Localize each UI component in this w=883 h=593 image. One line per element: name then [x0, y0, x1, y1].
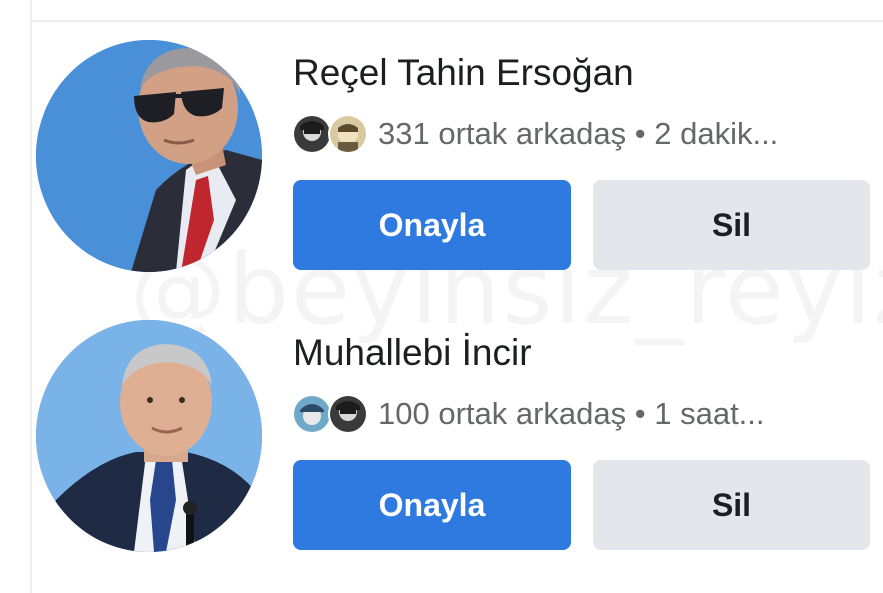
profile-photo[interactable]	[36, 40, 262, 272]
mutual-friends-text: 100 ortak arkadaş • 1 saat...	[378, 396, 765, 431]
friend-request-item: Reçel Tahin Ersoğan 331 ortak arkadaş • …	[0, 0, 883, 280]
confirm-button[interactable]: Onayla	[293, 180, 571, 270]
delete-button[interactable]: Sil	[593, 460, 870, 550]
requester-name[interactable]: Muhallebi İncir	[293, 332, 532, 374]
mutual-friend-avatars	[292, 392, 378, 436]
friend-request-item: Muhallebi İncir 100 ortak arkadaş • 1 sa…	[0, 282, 883, 562]
confirm-button[interactable]: Onayla	[293, 460, 571, 550]
mutual-friends-row: 331 ortak arkadaş • 2 dakik...	[292, 112, 778, 156]
profile-photo-image	[36, 320, 262, 552]
profile-photo-image	[36, 40, 262, 272]
mutual-friend-avatar	[328, 114, 368, 154]
mutual-friends-row: 100 ortak arkadaş • 1 saat...	[292, 392, 765, 436]
mutual-friends-text: 331 ortak arkadaş • 2 dakik...	[378, 116, 779, 151]
mutual-friend-avatar	[328, 394, 368, 434]
requester-name[interactable]: Reçel Tahin Ersoğan	[293, 52, 634, 94]
mutual-friend-avatars	[292, 112, 378, 156]
mutual-friend-avatar	[292, 394, 332, 434]
profile-photo[interactable]	[36, 320, 262, 552]
friend-requests-panel: @beyinsiz_reyiz Reçel Tahin Ersoğan 331 …	[0, 0, 883, 593]
delete-button[interactable]: Sil	[593, 180, 870, 270]
mutual-friend-avatar	[292, 114, 332, 154]
